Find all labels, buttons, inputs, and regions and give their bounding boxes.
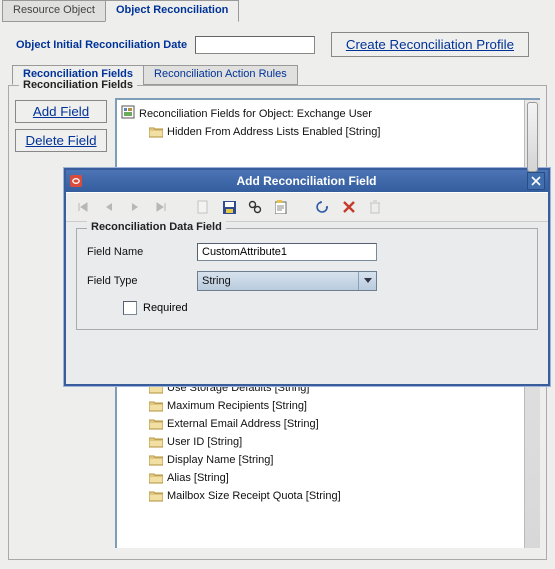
tree-item[interactable]: External Email Address [String] bbox=[121, 415, 536, 433]
tab-resource-object[interactable]: Resource Object bbox=[2, 0, 106, 22]
folder-icon bbox=[149, 472, 163, 484]
required-checkbox[interactable] bbox=[123, 301, 137, 315]
dialog-titlebar[interactable]: Add Reconciliation Field bbox=[66, 170, 548, 192]
tree-item[interactable]: Hidden From Address Lists Enabled [Strin… bbox=[121, 123, 536, 141]
initial-date-label: Object Initial Reconciliation Date bbox=[16, 39, 187, 51]
field-type-select[interactable]: String bbox=[197, 271, 377, 291]
tree-item[interactable]: Mailbox Size Receipt Quota [String] bbox=[121, 487, 536, 505]
folder-icon bbox=[149, 400, 163, 412]
dialog-title: Add Reconciliation Field bbox=[86, 174, 527, 188]
tree-item-label: External Email Address [String] bbox=[167, 418, 319, 430]
add-field-button[interactable]: Add Field bbox=[15, 100, 107, 123]
tree-item-label: Hidden From Address Lists Enabled [Strin… bbox=[167, 126, 380, 138]
prev-icon[interactable] bbox=[98, 196, 120, 218]
tree-item[interactable]: User ID [String] bbox=[121, 433, 536, 451]
initial-date-input[interactable] bbox=[195, 36, 315, 54]
folder-icon bbox=[149, 126, 163, 138]
required-label: Required bbox=[143, 302, 188, 314]
tree-item[interactable]: Maximum Recipients [String] bbox=[121, 397, 536, 415]
tree-root-label: Reconciliation Fields for Object: Exchan… bbox=[139, 108, 372, 120]
tree-root-icon bbox=[121, 105, 135, 122]
tree-root[interactable]: Reconciliation Fields for Object: Exchan… bbox=[121, 104, 536, 123]
oracle-icon bbox=[66, 175, 86, 187]
field-type-label: Field Type bbox=[87, 275, 197, 287]
field-name-input[interactable] bbox=[197, 243, 377, 261]
last-icon[interactable] bbox=[150, 196, 172, 218]
scrollbar-thumb[interactable] bbox=[527, 102, 538, 172]
delete-field-button[interactable]: Delete Field bbox=[15, 129, 107, 152]
trash-icon[interactable] bbox=[364, 196, 386, 218]
field-name-label: Field Name bbox=[87, 246, 197, 258]
tree-item-label: Display Name [String] bbox=[167, 454, 273, 466]
tree-item[interactable]: Display Name [String] bbox=[121, 451, 536, 469]
folder-icon bbox=[149, 436, 163, 448]
delete-icon[interactable] bbox=[338, 196, 360, 218]
close-icon[interactable] bbox=[527, 172, 545, 190]
subtab-action-rules[interactable]: Reconciliation Action Rules bbox=[143, 65, 298, 85]
add-field-dialog: Add Reconciliation Field Reconciliation … bbox=[64, 168, 550, 386]
save-icon[interactable] bbox=[218, 196, 240, 218]
tree-item-label: Maximum Recipients [String] bbox=[167, 400, 307, 412]
folder-icon bbox=[149, 490, 163, 502]
folder-icon bbox=[149, 418, 163, 430]
tree-item-label: Alias [String] bbox=[167, 472, 229, 484]
create-profile-button[interactable]: Create Reconciliation Profile bbox=[331, 32, 529, 57]
folder-icon bbox=[149, 454, 163, 466]
next-icon[interactable] bbox=[124, 196, 146, 218]
new-icon[interactable] bbox=[192, 196, 214, 218]
refresh-icon[interactable] bbox=[312, 196, 334, 218]
tree-item-label: Mailbox Size Receipt Quota [String] bbox=[167, 490, 341, 502]
find-icon[interactable] bbox=[244, 196, 266, 218]
first-icon[interactable] bbox=[72, 196, 94, 218]
panel-title: Reconciliation Fields bbox=[19, 79, 137, 91]
fieldset-legend: Reconciliation Data Field bbox=[87, 221, 226, 233]
reconciliation-data-fieldset: Reconciliation Data Field Field Name Fie… bbox=[76, 228, 538, 330]
chevron-down-icon bbox=[358, 272, 376, 290]
notes-icon[interactable] bbox=[270, 196, 292, 218]
tree-item[interactable]: Alias [String] bbox=[121, 469, 536, 487]
tab-object-reconciliation[interactable]: Object Reconciliation bbox=[105, 0, 239, 22]
tree-item-label: User ID [String] bbox=[167, 436, 242, 448]
dialog-toolbar bbox=[66, 192, 548, 222]
field-type-value: String bbox=[202, 275, 231, 287]
